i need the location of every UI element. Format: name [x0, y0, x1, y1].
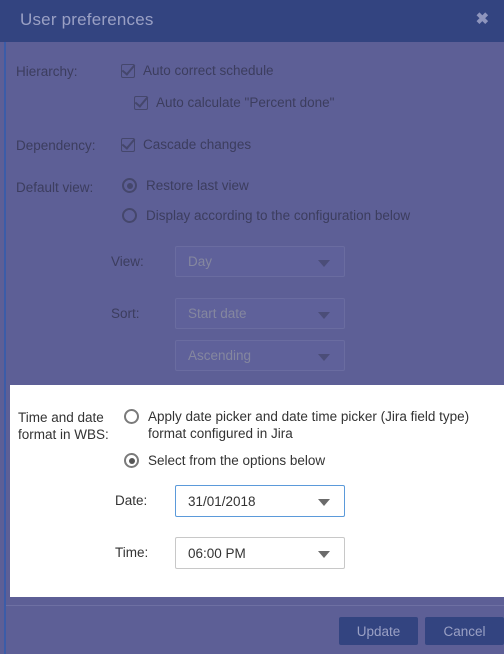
update-button[interactable]: Update: [339, 617, 418, 645]
dialog-title: User preferences: [20, 10, 154, 29]
date-label: Date:: [115, 493, 148, 508]
checkbox-label: Auto calculate "Percent done": [156, 95, 335, 110]
checkbox-label: Cascade changes: [143, 137, 252, 152]
checkbox-icon: [134, 95, 148, 110]
radio-label-line1: Apply date picker and date time picker (…: [148, 409, 470, 424]
checkbox-cascade-changes[interactable]: Cascade changes: [121, 137, 251, 152]
time-date-format-panel: Time and date format in WBS: Apply date …: [10, 385, 504, 597]
dialog-titlebar: User preferences ✖: [0, 0, 504, 42]
time-date-format-label-line1: Time and date: [18, 410, 104, 425]
radio-display-per-configuration[interactable]: Display according to the configuration b…: [122, 208, 410, 223]
radio-label-line2: format configured in Jira: [148, 426, 293, 441]
checkbox-auto-calculate-percent-done[interactable]: Auto calculate "Percent done": [134, 95, 334, 110]
sort-label: Sort:: [111, 306, 140, 321]
cancel-button[interactable]: Cancel: [425, 617, 504, 645]
radio-icon: [122, 178, 137, 193]
view-select[interactable]: Day: [175, 246, 345, 277]
checkbox-label: Auto correct schedule: [143, 63, 274, 78]
default-view-label: Default view:: [16, 180, 94, 195]
chevron-down-icon: [318, 354, 330, 361]
time-label: Time:: [115, 545, 149, 560]
date-format-select[interactable]: 31/01/2018: [175, 485, 345, 517]
checkbox-auto-correct-schedule[interactable]: Auto correct schedule: [121, 63, 274, 78]
radio-apply-jira-format[interactable]: Apply date picker and date time picker (…: [124, 408, 469, 442]
radio-label: Select from the options below: [148, 453, 326, 468]
close-icon[interactable]: ✖: [476, 12, 489, 28]
sort-direction-select[interactable]: Ascending: [175, 340, 345, 371]
radio-icon: [122, 208, 137, 223]
date-format-value: 31/01/2018: [188, 494, 256, 509]
time-date-format-label-line2: format in WBS:: [18, 427, 109, 442]
time-format-value: 06:00 PM: [188, 546, 246, 561]
radio-select-from-options[interactable]: Select from the options below: [124, 452, 325, 469]
view-select-value: Day: [188, 254, 213, 269]
radio-restore-last-view[interactable]: Restore last view: [122, 178, 249, 193]
view-label: View:: [111, 254, 144, 269]
checkbox-icon: [121, 63, 135, 78]
time-format-select[interactable]: 06:00 PM: [175, 537, 345, 569]
checkbox-icon: [121, 137, 135, 152]
chevron-down-icon: [318, 312, 330, 319]
hierarchy-label: Hierarchy:: [16, 64, 78, 79]
chevron-down-icon: [318, 551, 330, 558]
dialog-footer: Update Cancel: [6, 605, 504, 654]
dependency-label: Dependency:: [16, 138, 96, 153]
user-preferences-dialog: User preferences ✖ Hierarchy: Auto corre…: [0, 0, 504, 654]
radio-icon: [124, 453, 139, 468]
chevron-down-icon: [318, 260, 330, 267]
sort-select[interactable]: Start date: [175, 298, 345, 329]
chevron-down-icon: [318, 499, 330, 506]
sort-select-value: Start date: [188, 306, 247, 321]
radio-label: Restore last view: [146, 178, 249, 193]
radio-icon: [124, 409, 139, 424]
sort-direction-value: Ascending: [188, 348, 252, 363]
radio-label: Display according to the configuration b…: [146, 208, 411, 223]
